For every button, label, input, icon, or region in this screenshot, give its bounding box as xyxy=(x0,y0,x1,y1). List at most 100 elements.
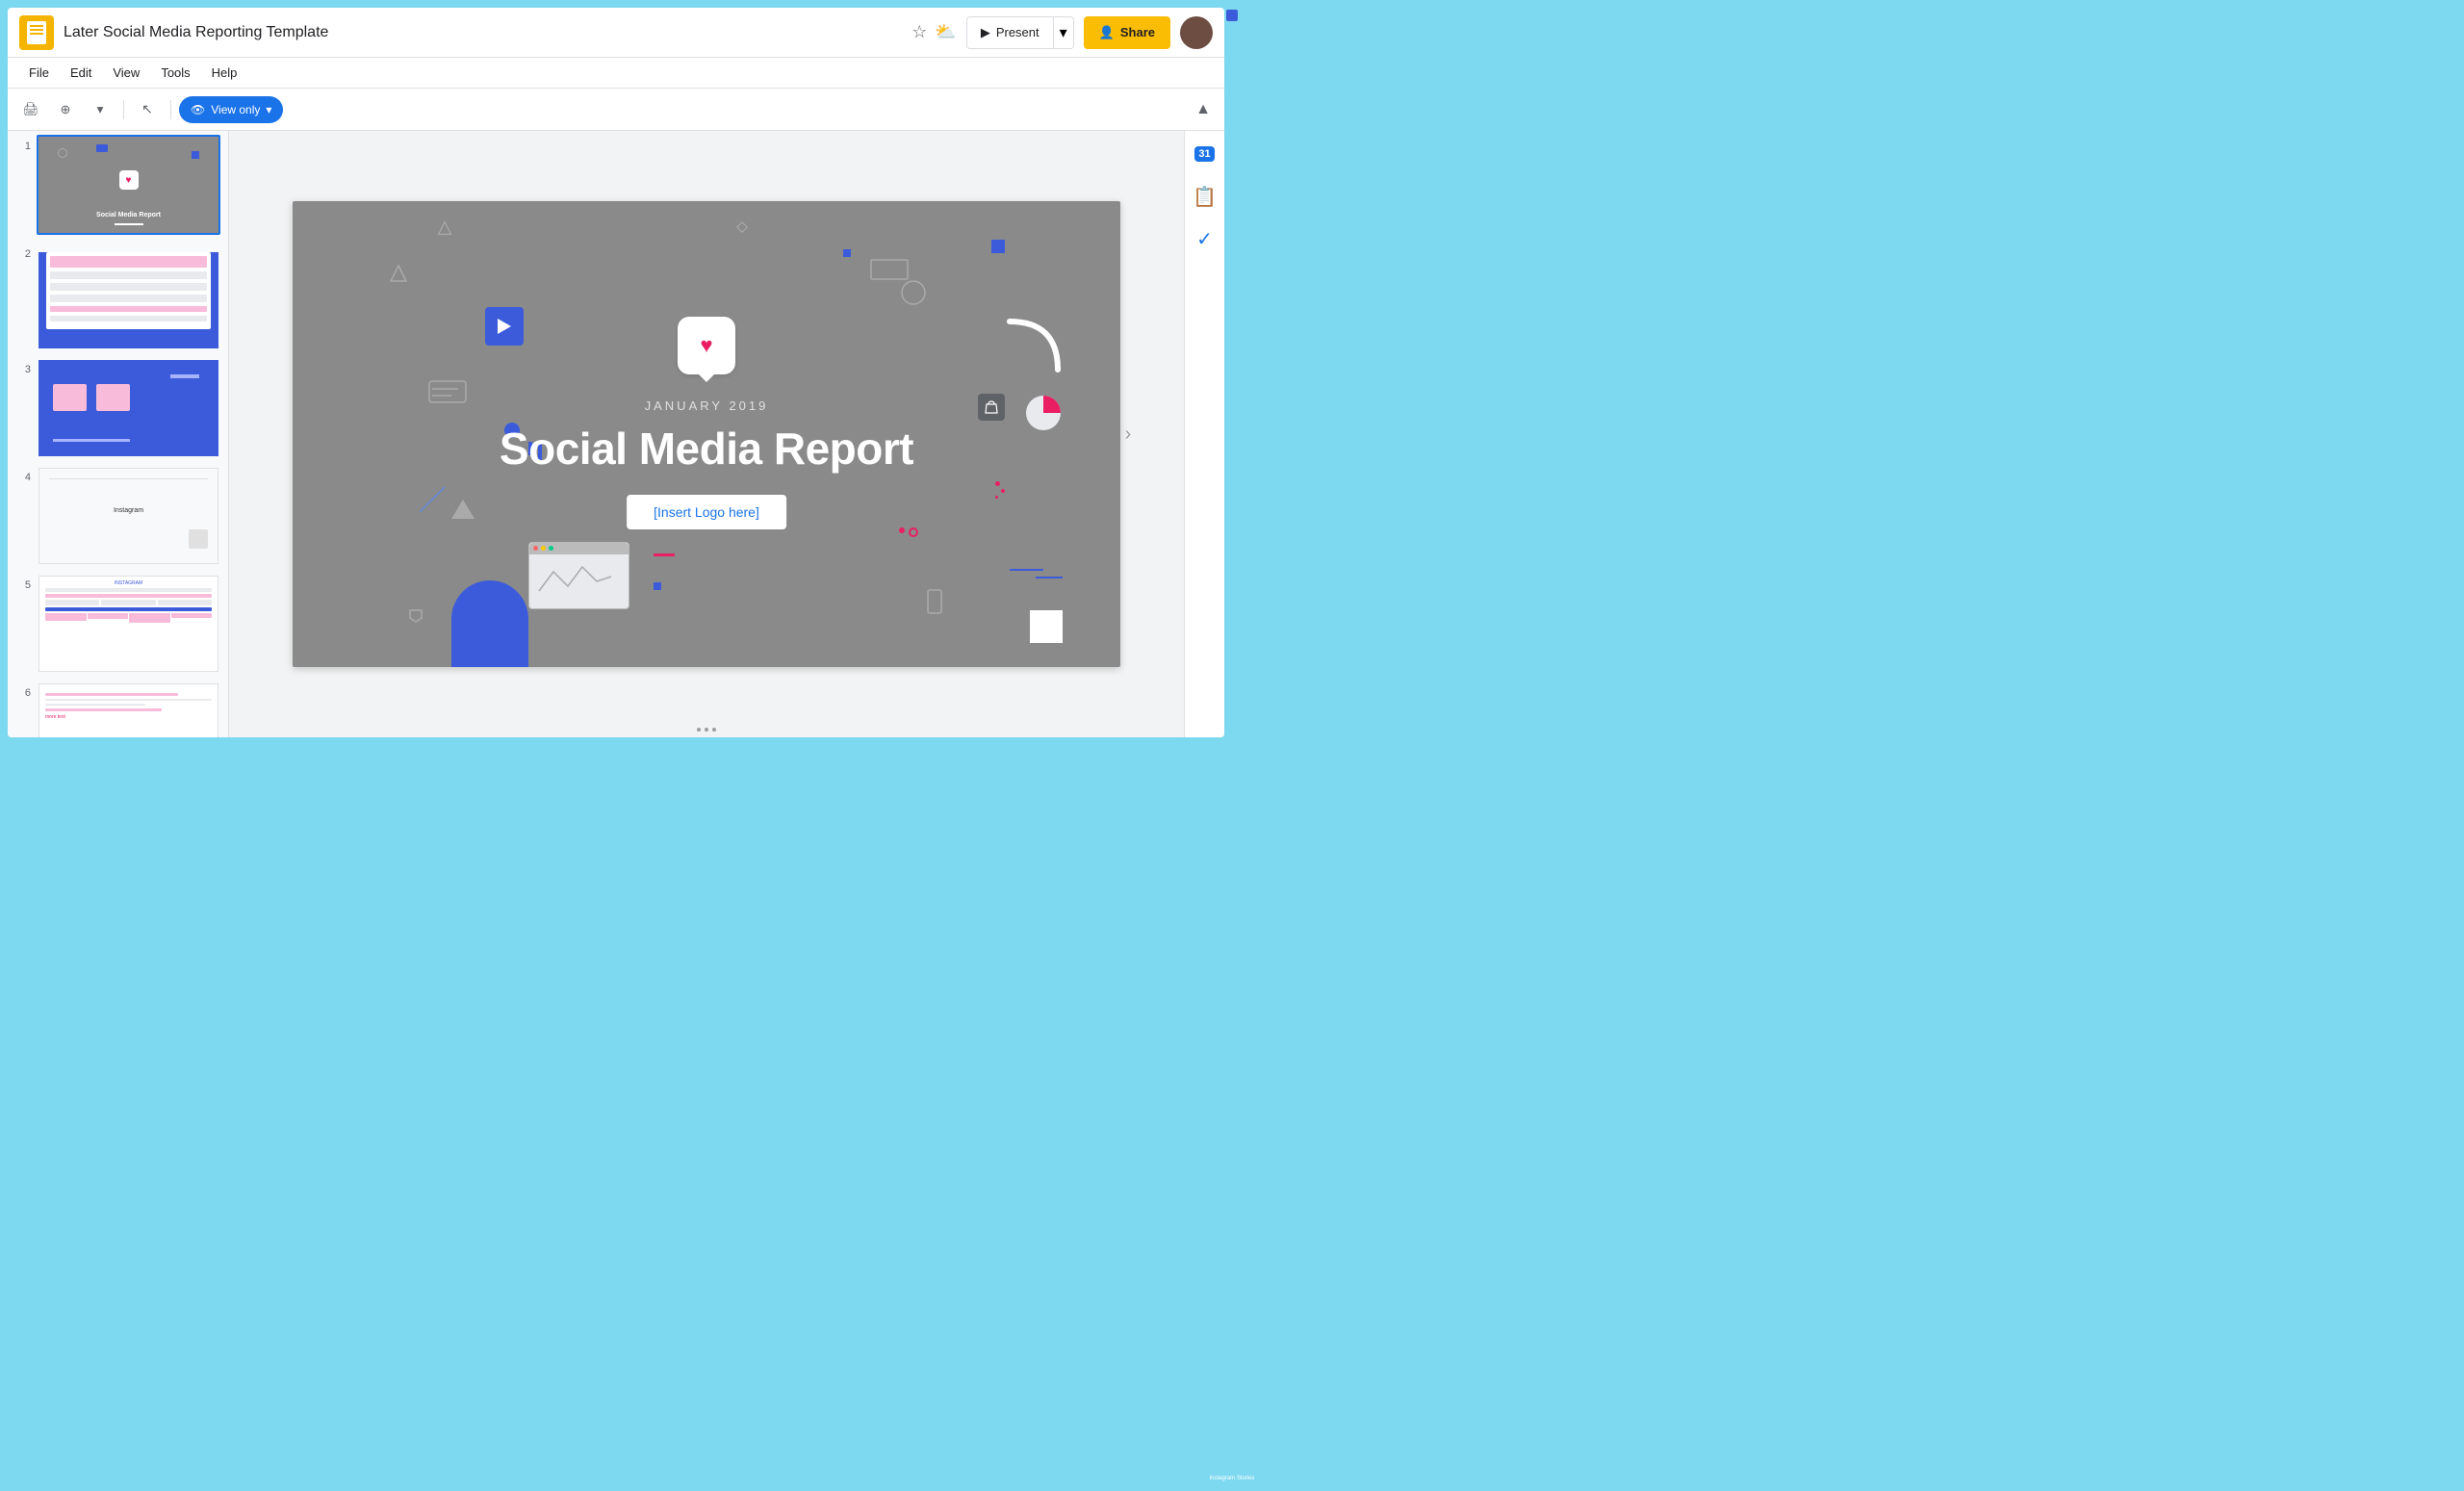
decor-pencil xyxy=(418,485,447,514)
zoom-icon: ⊕ xyxy=(61,102,71,117)
slide-number-2: 2 xyxy=(15,243,31,260)
tasks-icon: 📋 xyxy=(1193,185,1217,209)
slide-thumb-4: Instagram xyxy=(37,466,220,566)
chevron-right-icon: › xyxy=(1125,424,1132,446)
document-title: Later Social Media Reporting Template xyxy=(64,24,902,41)
menu-edit[interactable]: Edit xyxy=(61,62,101,84)
share-button[interactable]: 👤 Share xyxy=(1084,16,1170,49)
slide-number-3: 3 xyxy=(15,358,31,375)
decor-semicircle xyxy=(451,580,528,667)
check-icon-button[interactable]: ✓ xyxy=(1190,223,1220,254)
slide-main-title: Social Media Report xyxy=(500,423,913,475)
zoom-dropdown-button[interactable]: ▾ xyxy=(85,94,116,125)
slide-1-label: Social Media Report xyxy=(38,212,218,219)
calendar-icon-button[interactable]: 31 xyxy=(1190,139,1220,169)
slide-item-1[interactable]: 1 ♥ Social Media Report xyxy=(8,131,228,239)
decor-hline-2 xyxy=(1036,577,1063,578)
decor-pink-dots xyxy=(899,527,918,537)
menu-help[interactable]: Help xyxy=(202,62,247,84)
toolbar-divider-2 xyxy=(170,100,171,119)
decor-diamond xyxy=(735,220,749,234)
header-actions: ▶ Present ▾ 👤 Share xyxy=(966,16,1213,49)
cursor-button[interactable]: ↖ xyxy=(132,94,163,125)
decor-small-rect xyxy=(654,582,661,590)
star-icon[interactable]: ☆ xyxy=(911,22,927,42)
present-dropdown-button[interactable]: ▾ xyxy=(1053,17,1073,48)
decor-triangle-1 xyxy=(389,264,408,283)
app-icon xyxy=(19,15,54,50)
main-content: 1 ♥ Social Media Report xyxy=(8,131,1224,737)
slide-thumb-1: ♥ Social Media Report xyxy=(37,135,220,235)
toolbar: 🖨 ⊕ ▾ ↖ 👁 View only ▾ ▲ xyxy=(8,89,1224,131)
slide-thumb-5: INSTAGRAM xyxy=(37,574,220,674)
slide-logo-placeholder: [Insert Logo here] xyxy=(627,495,786,529)
slide-item-6[interactable]: 6 more text xyxy=(8,678,228,737)
decor-pink-line xyxy=(654,553,675,556)
title-icons: ☆ ⛅ xyxy=(911,22,957,42)
slide-panel: 1 ♥ Social Media Report xyxy=(8,131,229,737)
slide-number-4: 4 xyxy=(15,466,31,483)
check-icon: ✓ xyxy=(1196,227,1213,251)
decor-browser xyxy=(528,542,629,609)
cloud-icon[interactable]: ⛅ xyxy=(935,22,956,42)
decor-white-square xyxy=(1030,610,1063,643)
decor-flag xyxy=(408,608,424,624)
present-button-group: ▶ Present ▾ xyxy=(966,16,1074,49)
decor-play xyxy=(485,307,524,346)
zoom-button[interactable]: ⊕ xyxy=(50,94,81,125)
slide-item-3[interactable]: 3 xyxy=(8,354,228,462)
slide-date: JANUARY 2019 xyxy=(645,398,769,413)
decor-triangle-2 xyxy=(451,500,475,519)
slide-nav-dots xyxy=(697,728,716,732)
decor-phone xyxy=(927,589,942,614)
calendar-date: 31 xyxy=(1194,146,1214,162)
decor-bag xyxy=(978,394,1005,421)
slide-item-4[interactable]: 4 Instagram xyxy=(8,462,228,570)
user-avatar[interactable] xyxy=(1180,16,1213,49)
nav-dot-2 xyxy=(705,728,708,732)
view-only-label: View only xyxy=(211,103,260,116)
decor-hline-1 xyxy=(1010,569,1043,571)
decor-rect-top-right xyxy=(991,240,1005,253)
title-bar: Later Social Media Reporting Template ☆ … xyxy=(8,8,1224,58)
decor-chat xyxy=(427,379,475,413)
nav-dot-3 xyxy=(712,728,716,732)
view-only-button[interactable]: 👁 View only ▾ xyxy=(179,96,283,123)
nav-dot-1 xyxy=(697,728,701,732)
print-icon: 🖨 xyxy=(23,102,39,117)
share-label: Share xyxy=(1120,25,1155,39)
slide-number-5: 5 xyxy=(15,574,31,591)
menu-bar: File Edit View Tools Help xyxy=(8,58,1224,89)
present-label: Present xyxy=(996,25,1040,39)
main-slide: ♥ JANUARY 2019 Social Media Report [Inse… xyxy=(293,201,1120,667)
decor-circle-outline xyxy=(899,278,928,307)
toolbar-collapse-button[interactable]: ▲ xyxy=(1190,96,1217,123)
collapse-icon: ▲ xyxy=(1195,101,1211,118)
present-icon: ▶ xyxy=(981,25,990,40)
slide-number-1: 1 xyxy=(15,135,31,152)
decor-arc xyxy=(1005,317,1063,374)
slide-area: ♥ JANUARY 2019 Social Media Report [Inse… xyxy=(229,131,1184,737)
decor-small-blue xyxy=(843,249,851,257)
chevron-icon: ▾ xyxy=(97,102,104,117)
menu-tools[interactable]: Tools xyxy=(151,62,199,84)
slide-thumb-6: more text xyxy=(37,681,220,737)
right-sidebar: 31 📋 ✓ xyxy=(1184,131,1224,737)
slide-item-5[interactable]: 5 INSTAGRAM xyxy=(8,570,228,678)
tasks-icon-button[interactable]: 📋 xyxy=(1190,181,1220,212)
cursor-icon: ↖ xyxy=(141,101,153,117)
slide-thumb-2 xyxy=(37,243,220,350)
present-main-button[interactable]: ▶ Present xyxy=(967,17,1053,48)
decor-pie xyxy=(1024,394,1063,437)
menu-view[interactable]: View xyxy=(103,62,149,84)
menu-file[interactable]: File xyxy=(19,62,59,84)
slide-number-6: 6 xyxy=(15,681,31,699)
print-button[interactable]: 🖨 xyxy=(15,94,46,125)
decor-tri-outline xyxy=(437,220,452,236)
heart-bubble: ♥ xyxy=(678,317,735,374)
toolbar-divider-1 xyxy=(123,100,124,119)
slide-item-2[interactable]: 2 xyxy=(8,239,228,354)
view-only-dropdown-icon: ▾ xyxy=(266,103,271,116)
chevron-down-icon: ▾ xyxy=(1060,23,1067,42)
next-slide-button[interactable]: › xyxy=(1115,421,1142,448)
